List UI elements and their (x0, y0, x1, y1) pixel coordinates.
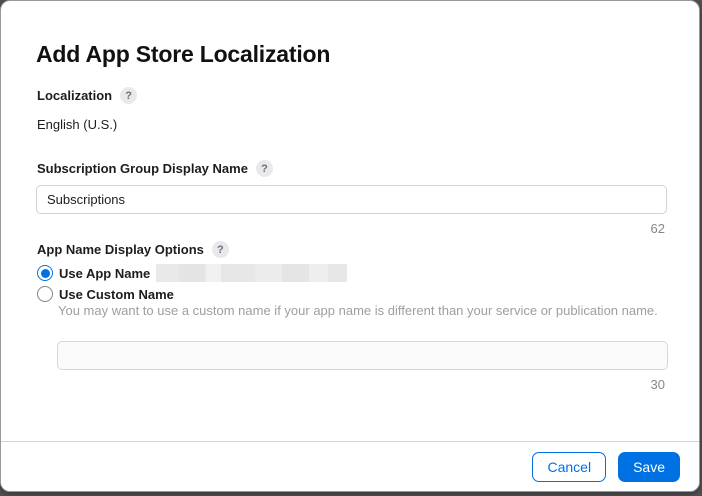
char-counter: 62 (651, 221, 665, 236)
dialog-footer: Cancel Save (1, 441, 699, 491)
localization-label-row: Localization ? (37, 87, 137, 104)
cancel-button[interactable]: Cancel (532, 452, 606, 482)
redacted-app-name (156, 264, 347, 282)
use-app-name-label: Use App Name (59, 266, 150, 281)
app-name-options-label-row: App Name Display Options ? (37, 241, 229, 258)
radio-selected-icon[interactable] (37, 265, 53, 281)
help-icon[interactable]: ? (212, 241, 229, 258)
custom-name-input[interactable] (57, 341, 668, 370)
use-custom-name-option[interactable]: Use Custom Name (37, 285, 174, 303)
app-name-options-label: App Name Display Options (37, 242, 204, 257)
subscription-group-input[interactable] (36, 185, 667, 214)
custom-name-helper-text: You may want to use a custom name if you… (58, 302, 658, 321)
radio-unselected-icon[interactable] (37, 286, 53, 302)
localization-value: English (U.S.) (37, 117, 117, 132)
char-counter: 30 (651, 377, 665, 392)
add-app-store-localization-dialog: Add App Store Localization Localization … (0, 0, 700, 492)
save-button[interactable]: Save (618, 452, 680, 482)
subscription-group-label-row: Subscription Group Display Name ? (37, 160, 273, 177)
help-icon[interactable]: ? (120, 87, 137, 104)
subscription-group-label: Subscription Group Display Name (37, 161, 248, 176)
help-icon[interactable]: ? (256, 160, 273, 177)
use-custom-name-label: Use Custom Name (59, 287, 174, 302)
use-app-name-option[interactable]: Use App Name (37, 264, 347, 282)
page-title: Add App Store Localization (36, 41, 330, 68)
localization-label: Localization (37, 88, 112, 103)
